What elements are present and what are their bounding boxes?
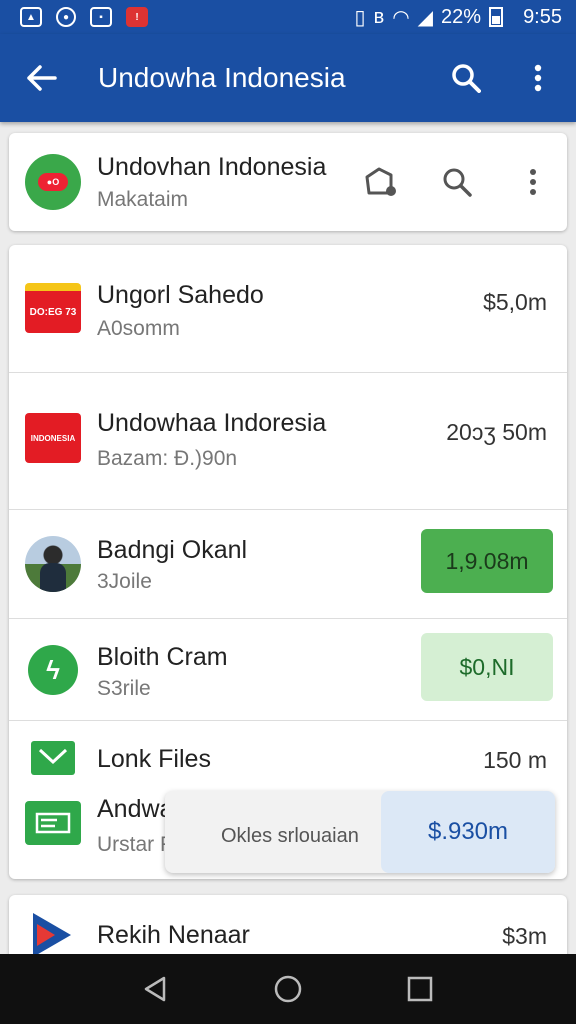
item-title: Rekih Nenaar — [97, 921, 250, 949]
item-title: Lonk Files — [97, 745, 211, 773]
item-subtitle: S3rile — [97, 677, 151, 700]
play-icon-inner — [37, 924, 55, 946]
item-subtitle: Bazam: Ð.)90n — [97, 447, 238, 470]
battery-percent: 22% — [441, 5, 482, 28]
action-popup[interactable]: Okles srlouaian $.930m — [165, 791, 555, 873]
group-subtitle: Makataim — [97, 187, 189, 211]
list-item[interactable]: ϟ Bloith Cram S3rile $0,NI — [9, 619, 567, 721]
file-list-card: DO:EG 73 Ungorl Sahedo A0somm $5,0m INDO… — [9, 245, 567, 879]
signal-icon: ◢ — [417, 6, 434, 29]
status-bar: ▲ ● ▪ ! ▯ ʙ ◠ ◢ 22% 9:55 — [0, 0, 576, 34]
nav-home-icon[interactable] — [270, 971, 306, 1007]
thumbnail-label: INDONESIA — [30, 433, 76, 443]
more-vert-icon[interactable] — [520, 60, 556, 96]
list-item[interactable]: Badngi Okanl 3Joile 1,9.08m — [9, 510, 567, 619]
target-icon: ● — [56, 7, 76, 27]
record-icon: ●O — [38, 173, 68, 191]
bolt-icon: ϟ — [28, 645, 78, 695]
amount-badge[interactable]: $0,NI — [421, 633, 553, 701]
navigation-bar — [0, 954, 576, 1024]
file-icon — [25, 801, 81, 845]
app-notification-icon: ! — [126, 7, 148, 27]
notification-icons: ▲ ● ▪ ! — [20, 7, 148, 27]
clock: 9:55 — [523, 5, 562, 28]
group-header-card: ●O Undovhan Indonesia Makataim — [9, 133, 567, 231]
app-thumbnail-icon: INDONESIA — [25, 413, 81, 463]
battery-icon — [489, 7, 504, 27]
item-title: Badngi Okanl — [97, 536, 248, 564]
carrier-icon: ʙ — [373, 5, 385, 28]
app-title: Undowha Indonesia — [98, 62, 346, 93]
back-arrow-icon[interactable] — [22, 58, 62, 98]
tv-icon: ▪ — [90, 7, 112, 27]
item-title: Undowhaa Indoresia — [97, 409, 327, 437]
item-amount: $3m — [502, 923, 547, 949]
amount-badge[interactable]: $.930m — [381, 791, 555, 873]
search-icon[interactable] — [448, 60, 484, 96]
item-amount: 20ɔʒ 50m — [446, 419, 547, 445]
app-bar: Undowha Indonesia — [0, 34, 576, 122]
item-amount: 150 m — [483, 747, 547, 773]
contact-avatar — [25, 536, 81, 592]
item-amount: $5,0m — [483, 289, 547, 315]
app-thumbnail-icon: DO:EG 73 — [25, 283, 81, 333]
thumbnail-label: DO:EG 73 — [29, 306, 77, 318]
amount-badge[interactable]: 1,9.08m — [421, 529, 553, 593]
vibrate-icon: ▯ — [354, 6, 366, 29]
list-item[interactable]: INDONESIA Undowhaa Indoresia Bazam: Ð.)9… — [9, 373, 567, 510]
list-item[interactable]: DO:EG 73 Ungorl Sahedo A0somm $5,0m — [9, 245, 567, 373]
mail-icon — [31, 741, 75, 775]
item-title: Bloith Cram — [97, 643, 228, 671]
group-title: Undovhan Indonesia — [97, 152, 327, 181]
item-title: Ungorl Sahedo — [97, 281, 264, 309]
search-icon[interactable] — [439, 164, 475, 200]
popup-label: Okles srlouaian — [221, 825, 359, 847]
group-avatar: ●O — [25, 154, 81, 210]
nav-recents-icon[interactable] — [402, 971, 438, 1007]
item-subtitle: 3Joile — [97, 570, 152, 593]
nav-back-icon[interactable] — [138, 971, 174, 1007]
gallery-icon: ▲ — [20, 7, 42, 27]
item-subtitle: A0somm — [97, 317, 180, 340]
system-indicators: ▯ ʙ ◠ ◢ 22% 9:55 — [355, 5, 562, 30]
share-icon[interactable] — [363, 164, 399, 200]
more-vert-icon[interactable] — [515, 164, 551, 200]
wifi-icon: ◠ — [392, 6, 410, 29]
